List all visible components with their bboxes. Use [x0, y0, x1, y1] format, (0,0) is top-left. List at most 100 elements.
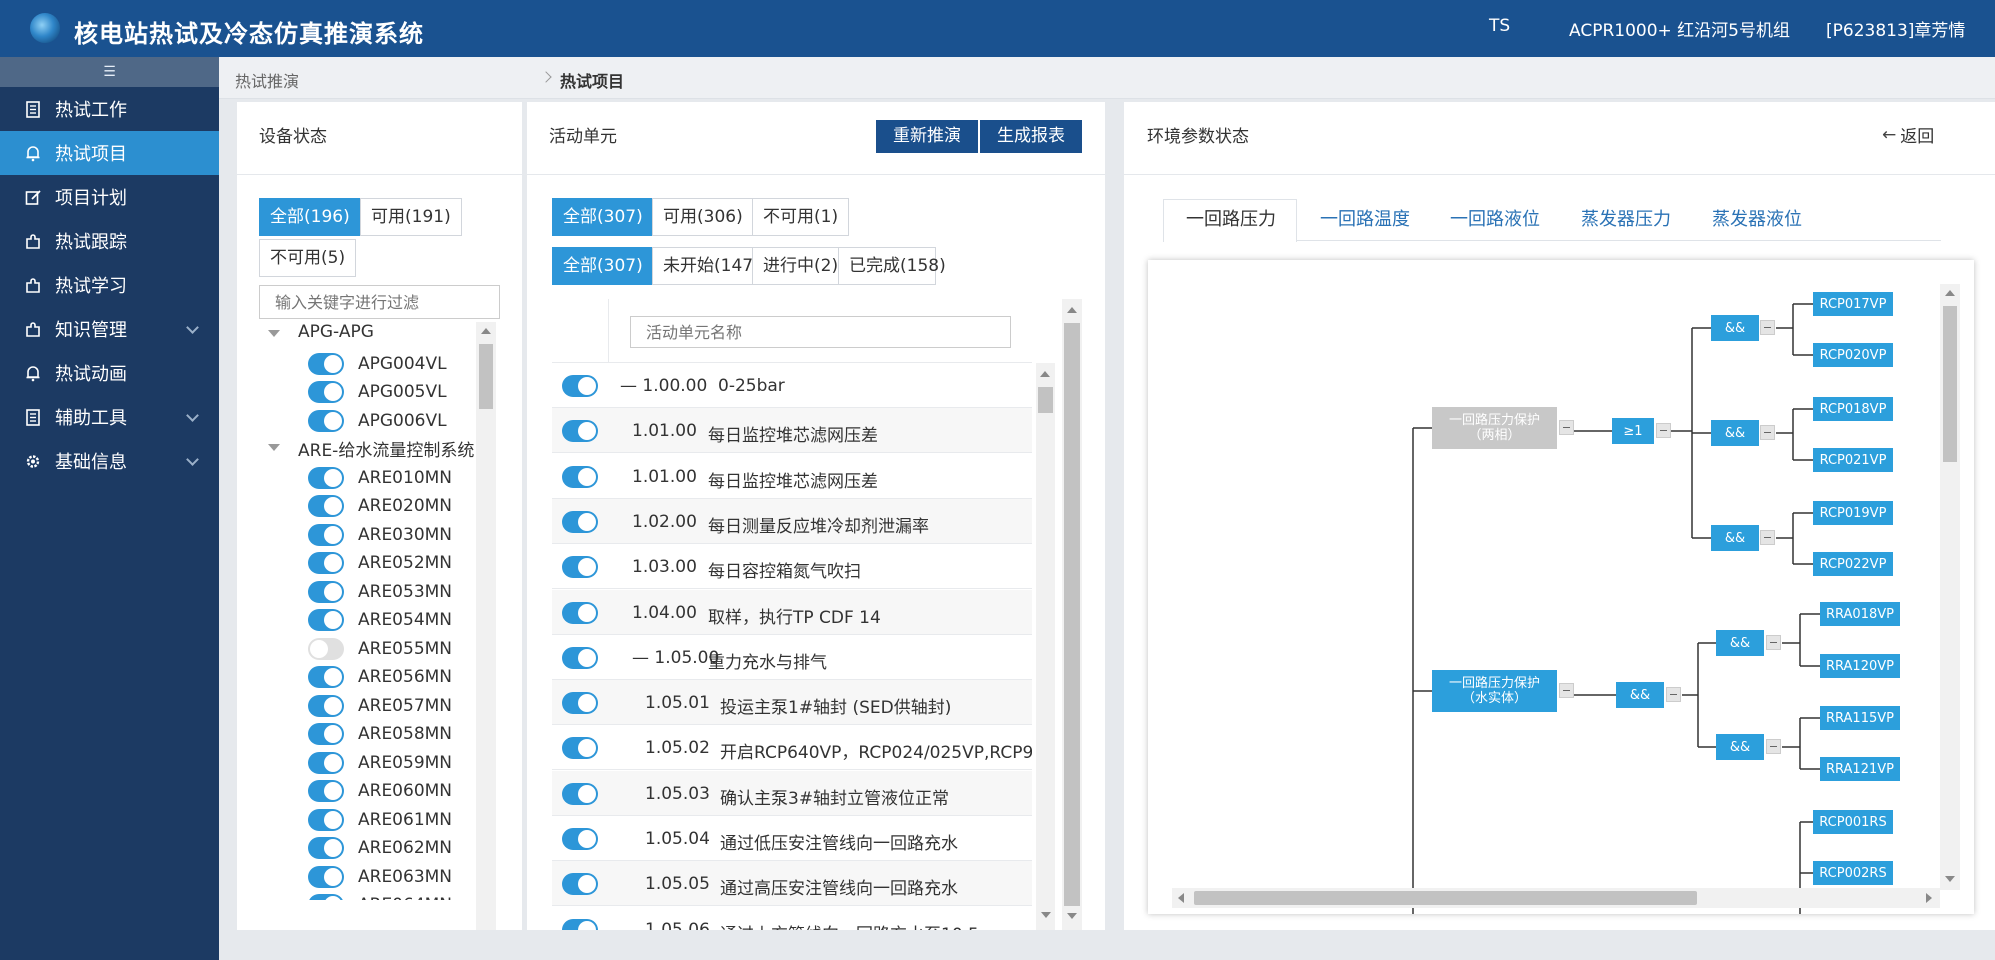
table-row[interactable]: 1.01.00 每日监控堆芯滤网压差 — [552, 408, 1032, 454]
table-row[interactable]: 1.05.06 通过上充管线向一回路充水至10.5m — [552, 907, 1032, 930]
diagram-v-scrollbar[interactable] — [1940, 284, 1960, 890]
device-tab-all[interactable]: 全部(196) — [259, 198, 361, 236]
device-tab-unavailable[interactable]: 不可用(5) — [259, 239, 356, 277]
signal-node[interactable]: RCP018VP — [1813, 397, 1893, 421]
scrollbar-thumb[interactable] — [1064, 323, 1080, 906]
activity-toggle[interactable] — [562, 782, 598, 805]
activity-status-tab-1[interactable]: 可用(306) — [652, 198, 753, 236]
scrollbar-thumb[interactable] — [1943, 306, 1957, 462]
back-button[interactable]: ← 返回 — [1882, 122, 1934, 148]
table-row[interactable]: 1.03.00 每日容控箱氮气吹扫 — [552, 544, 1032, 590]
collapse-toggle-icon[interactable] — [1760, 320, 1775, 335]
scroll-up-icon[interactable] — [1945, 290, 1955, 296]
activity-progress-tab-1[interactable]: 未开始(147) — [652, 247, 760, 285]
env-tab-4[interactable]: 蒸发器液位 — [1712, 205, 1802, 231]
redo-simulation-button[interactable]: 重新推演 — [876, 120, 978, 153]
device-tab-available[interactable]: 可用(191) — [360, 198, 462, 236]
activity-progress-tab-2[interactable]: 进行中(2) — [752, 247, 839, 285]
scroll-down-icon[interactable] — [1041, 912, 1051, 918]
scroll-up-icon[interactable] — [1040, 371, 1050, 377]
activity-toggle[interactable] — [562, 510, 598, 533]
signal-node[interactable]: RRA018VP — [1820, 602, 1900, 626]
table-row[interactable]: 1.05.05 通过高压安注管线向一回路充水 — [552, 861, 1032, 907]
collapse-toggle-icon[interactable] — [1760, 530, 1775, 545]
signal-node[interactable]: RRA120VP — [1820, 654, 1900, 678]
activity-toggle[interactable] — [562, 737, 598, 760]
tree-group-label[interactable]: APG-APG — [298, 322, 374, 342]
activity-status-tab-0[interactable]: 全部(307) — [552, 198, 653, 236]
table-row[interactable]: — 1.05.00 重力充水与排气 — [552, 635, 1032, 680]
activity-status-tab-2[interactable]: 不可用(1) — [752, 198, 849, 236]
gate-and[interactable]: && — [1711, 315, 1759, 341]
table-row[interactable]: 1.05.01 投运主泵1#轴封 (SED供轴封) — [552, 680, 1032, 726]
scroll-up-icon[interactable] — [481, 328, 491, 334]
scroll-down-icon[interactable] — [1945, 876, 1955, 882]
header-ts[interactable]: TS — [1489, 16, 1510, 36]
collapse-toggle-icon[interactable] — [1760, 425, 1775, 440]
scroll-right-icon[interactable] — [1926, 893, 1932, 903]
scroll-down-icon[interactable] — [1067, 913, 1077, 919]
activity-toggle[interactable] — [562, 601, 598, 624]
table-row[interactable]: 1.01.00 每日监控堆芯滤网压差 — [552, 454, 1032, 499]
activity-progress-tab-0[interactable]: 全部(307) — [552, 247, 653, 285]
breadcrumb-parent[interactable]: 热试推演 — [235, 68, 299, 92]
signal-node[interactable]: RCP001RS — [1813, 810, 1893, 834]
signal-node[interactable]: RCP017VP — [1813, 292, 1893, 316]
gate-and[interactable]: && — [1716, 630, 1764, 656]
activity-toggle[interactable] — [562, 873, 598, 896]
signal-node[interactable]: RCP002RS — [1813, 861, 1893, 885]
activity-toggle[interactable] — [562, 556, 598, 579]
gate-and[interactable]: && — [1711, 525, 1759, 551]
sidebar-collapse-button[interactable]: ☰ — [0, 57, 219, 87]
logic-diagram[interactable]: 一回路压力保护 （两相） 一回路压力保护 （水实体） ≥1 && && && && && && RCP… — [1148, 260, 1974, 914]
collapse-toggle-icon[interactable] — [1766, 739, 1781, 754]
env-tab-0[interactable]: 一回路压力 — [1186, 205, 1276, 231]
activity-toggle[interactable] — [562, 918, 598, 930]
signal-node[interactable]: RCP019VP — [1813, 501, 1893, 525]
activity-table-scrollbar[interactable] — [1036, 363, 1055, 930]
sidebar-item-project[interactable]: 热试项目 — [0, 131, 219, 175]
header-unit[interactable]: ACPR1000+ 红沿河5号机组 — [1569, 16, 1790, 41]
signal-node[interactable]: RCP022VP — [1813, 552, 1893, 576]
scrollbar-thumb[interactable] — [1194, 891, 1697, 905]
activity-toggle[interactable] — [562, 375, 598, 397]
activity-toggle[interactable] — [562, 692, 598, 715]
scroll-left-icon[interactable] — [1178, 893, 1184, 903]
collapse-toggle-icon[interactable] — [1766, 635, 1781, 650]
gate-and[interactable]: && — [1716, 734, 1764, 760]
activity-toggle[interactable] — [562, 828, 598, 850]
activity-name-input[interactable] — [630, 316, 1011, 348]
sidebar-item-plan[interactable]: 项目计划 — [0, 175, 219, 219]
table-row[interactable]: 1.05.04 通过低压安注管线向一回路充水 — [552, 816, 1032, 861]
collapse-toggle-icon[interactable] — [1666, 687, 1681, 702]
gate-protect-water-solid[interactable]: 一回路压力保护 （水实体） — [1432, 670, 1557, 712]
env-tab-2[interactable]: 一回路液位 — [1450, 205, 1540, 231]
table-row[interactable]: 1.02.00 每日测量反应堆冷却剂泄漏率 — [552, 498, 1032, 544]
table-row[interactable]: 1.05.03 确认主泵3#轴封立管液位正常 — [552, 770, 1032, 816]
signal-node[interactable]: RRA115VP — [1820, 706, 1900, 730]
device-filter-input[interactable] — [259, 285, 500, 319]
activity-toggle[interactable] — [562, 646, 598, 669]
collapse-toggle-icon[interactable] — [1559, 420, 1574, 435]
collapse-toggle-icon[interactable] — [1656, 423, 1671, 438]
collapse-toggle-icon[interactable] — [1559, 683, 1574, 698]
sidebar-item-learning[interactable]: 热试学习 — [0, 263, 219, 307]
gate-and[interactable]: && — [1616, 682, 1664, 708]
signal-node[interactable]: RRA121VP — [1820, 757, 1900, 781]
gate-ge1[interactable]: ≥1 — [1612, 418, 1654, 444]
signal-node[interactable]: RCP020VP — [1813, 343, 1893, 367]
activity-outer-scrollbar[interactable] — [1062, 299, 1082, 930]
activity-toggle[interactable] — [562, 465, 598, 488]
env-tab-3[interactable]: 蒸发器压力 — [1581, 205, 1671, 231]
activity-toggle[interactable] — [562, 420, 598, 443]
table-row[interactable]: 1.05.02 开启RCP640VP，RCP024/025VP,RCP9 — [552, 725, 1032, 771]
gate-protect-two-phase[interactable]: 一回路压力保护 （两相） — [1432, 407, 1557, 449]
sidebar-item-work[interactable]: 热试工作 — [0, 87, 219, 131]
caret-down-icon[interactable] — [268, 330, 280, 337]
scrollbar-thumb[interactable] — [1038, 387, 1053, 413]
generate-report-button[interactable]: 生成报表 — [980, 120, 1082, 153]
activity-progress-tab-3[interactable]: 已完成(158) — [838, 247, 946, 285]
scroll-up-icon[interactable] — [1067, 307, 1077, 313]
env-tab-1[interactable]: 一回路温度 — [1320, 205, 1410, 231]
header-user[interactable]: [P623813]章芳情 — [1826, 16, 1965, 41]
